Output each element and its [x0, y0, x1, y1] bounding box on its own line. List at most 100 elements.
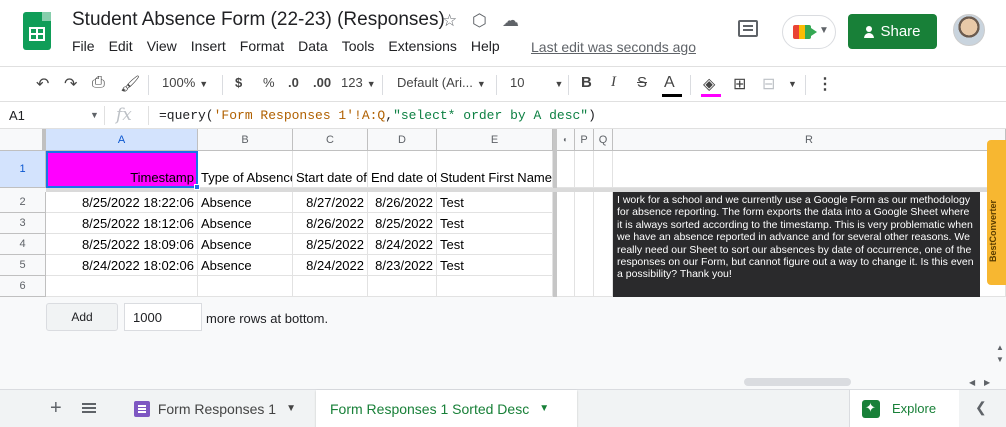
- cell-a2[interactable]: 8/25/2022 18:22:06: [46, 192, 198, 213]
- paint-format-icon[interactable]: 🖌: [120, 74, 140, 94]
- italic-button[interactable]: I: [611, 74, 616, 91]
- more-formats-select[interactable]: 123 ▼: [341, 75, 376, 90]
- cell-c4[interactable]: 8/25/2022: [293, 234, 368, 255]
- chevron-down-icon[interactable]: ▼: [286, 403, 296, 414]
- select-all-corner[interactable]: [0, 129, 46, 151]
- fill-handle[interactable]: [194, 184, 200, 190]
- undo-icon[interactable]: ↶: [36, 74, 49, 94]
- cloud-status-icon[interactable]: ☁: [502, 11, 519, 31]
- menu-tools[interactable]: Tools: [342, 38, 375, 54]
- name-box[interactable]: A1: [9, 108, 25, 123]
- cell-e1[interactable]: Student First Name: [437, 151, 553, 188]
- row-header-4[interactable]: 4: [0, 234, 46, 255]
- cell-b3[interactable]: Absence: [198, 213, 293, 234]
- cell-p-block[interactable]: [575, 192, 594, 297]
- strikethrough-button[interactable]: S: [637, 74, 647, 91]
- column-header-c[interactable]: C: [293, 129, 368, 151]
- menu-insert[interactable]: Insert: [191, 38, 226, 54]
- cell-d3[interactable]: 8/25/2022: [368, 213, 437, 234]
- text-color-button[interactable]: A: [664, 74, 675, 92]
- chevron-down-icon[interactable]: ▼: [539, 403, 549, 414]
- cell-o-block[interactable]: [557, 192, 575, 297]
- tab-form-responses-1[interactable]: Form Responses 1 ▼: [120, 390, 310, 427]
- cell-c2[interactable]: 8/27/2022: [293, 192, 368, 213]
- decrease-decimal-button[interactable]: .0: [288, 75, 299, 90]
- scroll-down-arrow-icon[interactable]: ▼: [996, 355, 1004, 364]
- cell-c6[interactable]: [293, 276, 368, 297]
- more-icon[interactable]: ⋮: [817, 74, 833, 94]
- column-header-d[interactable]: D: [368, 129, 437, 151]
- all-sheets-icon[interactable]: [82, 403, 96, 413]
- cell-d4[interactable]: 8/24/2022: [368, 234, 437, 255]
- cell-c1[interactable]: Start date of: [293, 151, 368, 188]
- merge-caret[interactable]: ▼: [784, 75, 797, 90]
- menu-view[interactable]: View: [147, 38, 177, 54]
- cell-b6[interactable]: [198, 276, 293, 297]
- column-freeze-divider[interactable]: [553, 129, 557, 297]
- percent-format-button[interactable]: %: [263, 75, 275, 90]
- horizontal-scrollbar[interactable]: [744, 378, 851, 386]
- bold-button[interactable]: B: [581, 74, 592, 91]
- print-icon[interactable]: ⎙: [92, 74, 105, 92]
- comment-history-icon[interactable]: [738, 20, 758, 37]
- cell-b5[interactable]: Absence: [198, 255, 293, 276]
- scroll-left-arrow-icon[interactable]: ◀: [969, 378, 975, 387]
- merge-cells-icon[interactable]: ⊟: [762, 74, 775, 94]
- menu-extensions[interactable]: Extensions: [388, 38, 456, 54]
- cell-d5[interactable]: 8/23/2022: [368, 255, 437, 276]
- column-header-p[interactable]: P: [575, 129, 594, 151]
- cell-d2[interactable]: 8/26/2022: [368, 192, 437, 213]
- add-rows-button[interactable]: Add: [46, 303, 118, 331]
- cell-d6[interactable]: [368, 276, 437, 297]
- menu-data[interactable]: Data: [298, 38, 328, 54]
- last-edit-link[interactable]: Last edit was seconds ago: [531, 39, 696, 55]
- cell-b4[interactable]: Absence: [198, 234, 293, 255]
- cell-a6[interactable]: [46, 276, 198, 297]
- scroll-right-arrow-icon[interactable]: ▶: [984, 378, 990, 387]
- cell-e2[interactable]: Test: [437, 192, 553, 213]
- row-header-2[interactable]: 2: [0, 192, 46, 213]
- formula-input[interactable]: =query('Form Responses 1'!A:Q,"select* o…: [159, 108, 596, 123]
- cell-q-block[interactable]: [594, 192, 613, 297]
- cell-r1[interactable]: [613, 151, 1006, 188]
- currency-format-button[interactable]: $: [235, 75, 242, 90]
- column-header-q[interactable]: Q: [594, 129, 613, 151]
- add-sheet-icon[interactable]: +: [50, 397, 62, 420]
- column-header-a[interactable]: A: [46, 129, 198, 151]
- cell-b2[interactable]: Absence: [198, 192, 293, 213]
- cell-e4[interactable]: Test: [437, 234, 553, 255]
- redo-icon[interactable]: ↷: [64, 74, 77, 94]
- menu-edit[interactable]: Edit: [109, 38, 133, 54]
- row-header-5[interactable]: 5: [0, 255, 46, 276]
- sheets-logo-icon[interactable]: [23, 12, 51, 50]
- fill-color-icon[interactable]: ◈: [703, 74, 715, 94]
- collapse-panel-icon[interactable]: ❮: [975, 399, 987, 416]
- cell-a3[interactable]: 8/25/2022 18:12:06: [46, 213, 198, 234]
- document-title[interactable]: Student Absence Form (22-23) (Responses): [72, 9, 445, 31]
- move-to-drive-icon[interactable]: ⬡: [472, 11, 487, 31]
- chevron-down-icon[interactable]: ▼: [90, 110, 99, 120]
- column-header-b[interactable]: B: [198, 129, 293, 151]
- row-header-3[interactable]: 3: [0, 213, 46, 234]
- cell-e3[interactable]: Test: [437, 213, 553, 234]
- explore-button[interactable]: Explore: [849, 390, 959, 427]
- menu-help[interactable]: Help: [471, 38, 500, 54]
- cell-p1[interactable]: [575, 151, 594, 188]
- zoom-select[interactable]: 100% ▼: [162, 75, 208, 90]
- font-select[interactable]: Default (Ari... ▼: [397, 75, 489, 90]
- font-size-select[interactable]: 10 ▼: [510, 75, 563, 90]
- tab-form-responses-1-sorted-desc[interactable]: Form Responses 1 Sorted Desc ▼: [316, 390, 577, 427]
- menu-format[interactable]: Format: [240, 38, 284, 54]
- cell-o1[interactable]: [557, 151, 575, 188]
- row-header-1[interactable]: 1: [0, 151, 46, 188]
- meet-button[interactable]: ▼: [782, 15, 836, 49]
- cell-a4[interactable]: 8/25/2022 18:09:06: [46, 234, 198, 255]
- cell-q1[interactable]: [594, 151, 613, 188]
- menu-file[interactable]: File: [72, 38, 95, 54]
- column-header-e[interactable]: E: [437, 129, 553, 151]
- borders-icon[interactable]: ⊞: [733, 74, 746, 94]
- cell-c3[interactable]: 8/26/2022: [293, 213, 368, 234]
- column-header-r[interactable]: R: [613, 129, 1006, 151]
- cell-c5[interactable]: 8/24/2022: [293, 255, 368, 276]
- cell-e5[interactable]: Test: [437, 255, 553, 276]
